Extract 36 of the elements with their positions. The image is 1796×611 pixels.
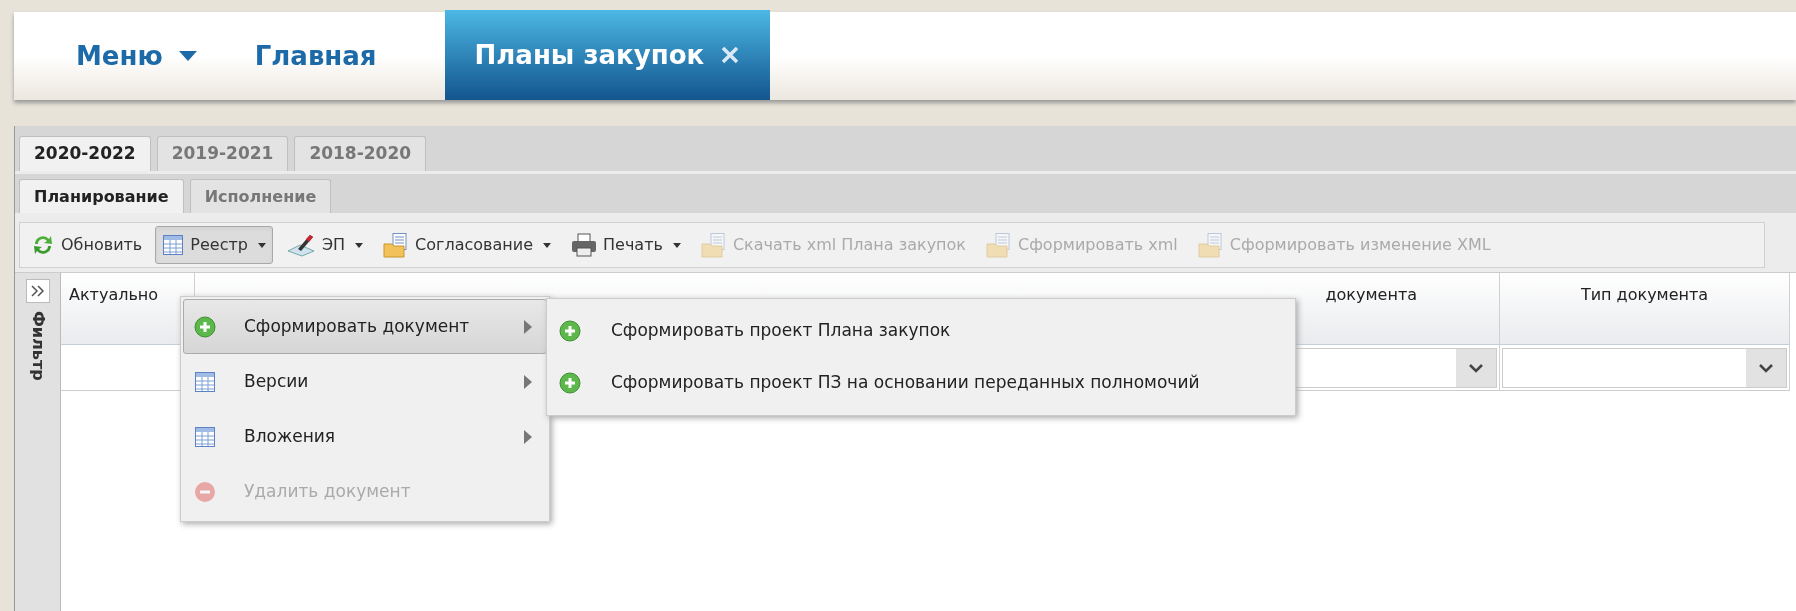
plus-icon <box>559 320 581 342</box>
section-tab[interactable]: Планирование <box>19 179 184 213</box>
year-tab[interactable]: 2020-2022 <box>19 136 151 171</box>
dropdown-arrow-icon <box>178 51 197 61</box>
close-icon[interactable] <box>720 45 741 65</box>
submenu-item[interactable]: Сформировать проект Плана закупок <box>547 305 1295 357</box>
nav-tab[interactable]: Меню <box>76 12 225 100</box>
menu-item[interactable]: Версии <box>183 354 547 409</box>
menu-item[interactable]: Сформировать документ <box>183 299 547 354</box>
table-icon <box>162 234 185 256</box>
submenu-item[interactable]: Сформировать проект ПЗ на основании переданных полномочий <box>547 357 1295 409</box>
nav-tab[interactable]: Главная <box>254 12 405 100</box>
menu-item[interactable]: Вложения <box>183 409 547 464</box>
refresh-icon <box>31 234 55 256</box>
document-folder-icon <box>383 232 410 258</box>
nav-tab[interactable]: Планы закупок <box>444 10 771 100</box>
document-folder-icon <box>700 232 727 258</box>
expand-icon[interactable] <box>25 279 50 303</box>
toolbar-button[interactable]: Реестр <box>155 226 273 264</box>
document-folder-icon <box>1197 232 1224 258</box>
minus-icon <box>194 480 216 503</box>
printer-icon <box>571 233 598 257</box>
filter-label[interactable]: Фильтр <box>25 311 50 381</box>
filter-combo-field[interactable] <box>1502 347 1787 388</box>
table-icon <box>194 425 216 448</box>
pen-icon <box>285 233 316 257</box>
chevron-down-icon[interactable] <box>1456 348 1496 387</box>
table-icon <box>194 370 216 393</box>
toolbar-button[interactable]: Печать <box>564 226 688 264</box>
toolbar-button[interactable]: ЭП <box>278 226 371 264</box>
toolbar-button[interactable]: Согласование <box>376 226 559 264</box>
document-folder-icon <box>986 232 1012 258</box>
toolbar-button[interactable]: Обновить <box>24 226 150 264</box>
chevron-down-icon[interactable] <box>1746 348 1786 387</box>
plus-icon <box>559 372 581 394</box>
plus-icon <box>194 315 216 338</box>
